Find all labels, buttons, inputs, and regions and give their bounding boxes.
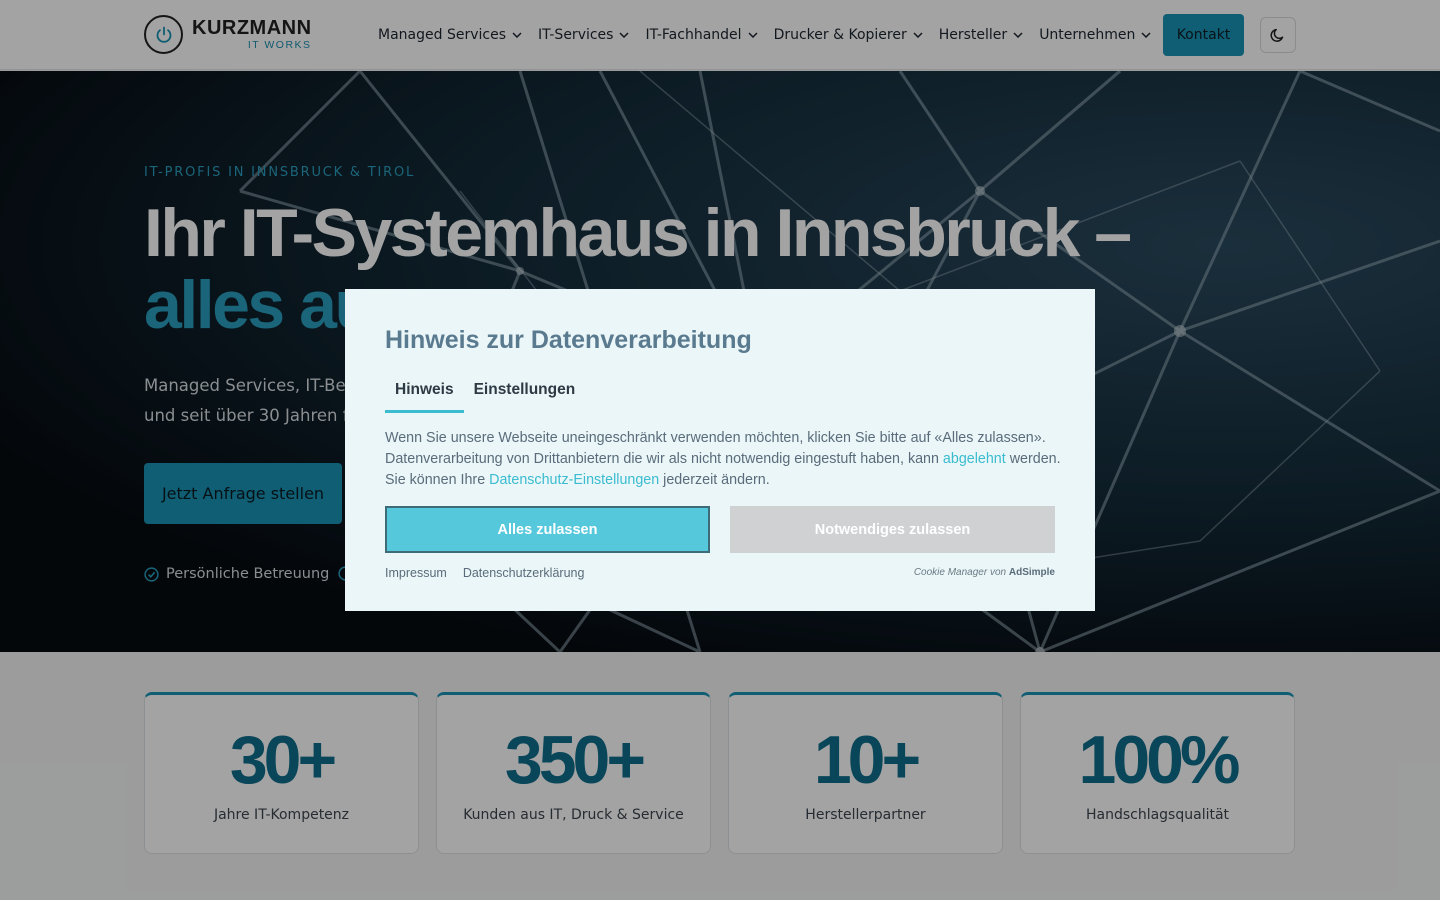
credit-prefix: Cookie Manager von (913, 567, 1009, 578)
impressum-link[interactable]: Impressum (385, 566, 447, 580)
cookie-manager-credit[interactable]: Cookie Manager von AdSimple (914, 567, 1055, 578)
adsimple-brand: AdSimple (1008, 567, 1055, 578)
tab-hinweis[interactable]: Hinweis (385, 377, 464, 413)
privacy-settings-link[interactable]: Datenschutz-Einstellungen (489, 472, 659, 488)
cookie-dialog-title: Hinweis zur Datenverarbeitung (385, 326, 752, 354)
cookie-text-part: jederzeit ändern. (659, 472, 770, 488)
tab-einstellungen[interactable]: Einstellungen (464, 377, 586, 413)
abgelehnt-link[interactable]: abgelehnt (943, 451, 1006, 467)
privacy-policy-link[interactable]: Datenschutzerklärung (463, 566, 585, 580)
cookie-footer-links: Impressum Datenschutzerklärung (385, 566, 600, 580)
cookie-consent-dialog: Hinweis zur Datenverarbeitung Hinweis Ei… (345, 289, 1095, 611)
cookie-tabs: Hinweis Einstellungen (385, 377, 585, 413)
cookie-notice-text: Wenn Sie unsere Webseite uneingeschränkt… (385, 428, 1065, 491)
accept-necessary-button[interactable]: Notwendiges zulassen (730, 506, 1055, 553)
accept-all-button[interactable]: Alles zulassen (385, 506, 710, 553)
